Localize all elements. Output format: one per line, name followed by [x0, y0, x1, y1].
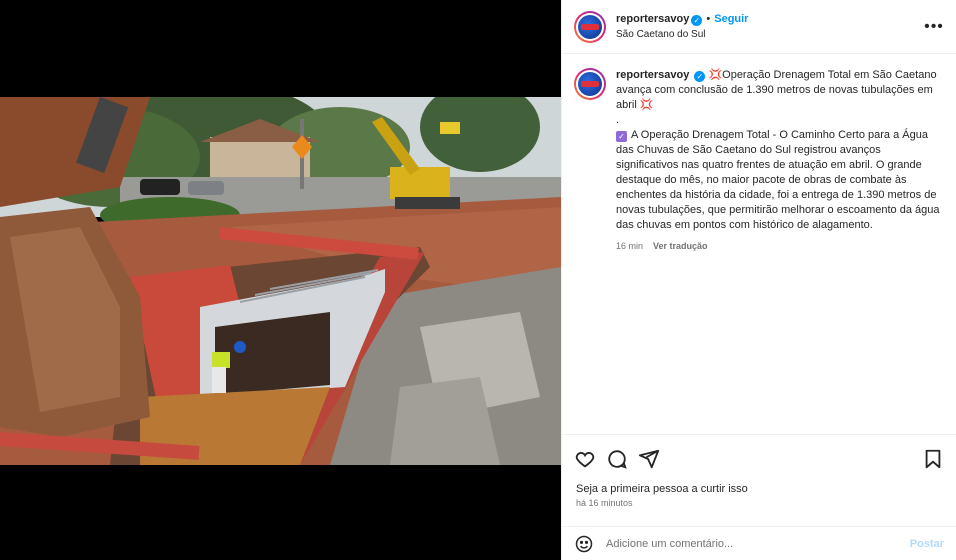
comment-input[interactable]: [606, 537, 910, 550]
bookmark-icon[interactable]: [922, 448, 944, 470]
see-translation-link[interactable]: Ver tradução: [653, 241, 708, 251]
caption-dot-line: .: [616, 114, 620, 126]
caption-text: reportersavoy ✓ 💢Operação Drenagem Total …: [616, 68, 944, 254]
more-options-icon[interactable]: •••: [924, 18, 944, 36]
post-media: [0, 0, 561, 560]
post-comment-button[interactable]: Postar: [910, 538, 944, 550]
header-info: reportersavoy ✓ • Seguir São Caetano do Sul: [616, 12, 924, 42]
location-link[interactable]: São Caetano do Sul: [616, 27, 924, 42]
follow-button[interactable]: Seguir: [714, 13, 748, 25]
caption-meta: 16 min Ver tradução: [616, 239, 944, 254]
caption-username[interactable]: reportersavoy: [616, 69, 689, 81]
action-bar: [562, 434, 956, 482]
caption-section: reportersavoy ✓ 💢Operação Drenagem Total …: [562, 54, 956, 434]
smiley-icon[interactable]: [574, 534, 594, 554]
post-timestamp: há 16 minutos: [576, 498, 633, 508]
caption-time: 16 min: [616, 241, 644, 251]
separator-dot: •: [706, 12, 711, 25]
heart-icon[interactable]: [574, 448, 596, 470]
comment-icon[interactable]: [606, 448, 628, 470]
likes-text[interactable]: Seja a primeira pessoa a curtir isso: [562, 482, 956, 496]
anger-burst-icon: 💢: [639, 99, 654, 111]
checkbox-icon: ✓: [616, 131, 627, 142]
share-icon[interactable]: [638, 448, 660, 470]
author-avatar[interactable]: [574, 10, 606, 43]
verified-badge-icon: ✓: [694, 71, 706, 82]
post-sidebar: reportersavoy ✓ • Seguir São Caetano do Sul…: [561, 0, 956, 560]
post-header: reportersavoy ✓ • Seguir São Caetano do Sul…: [562, 0, 956, 54]
instagram-post-view: reportersavoy ✓ • Seguir São Caetano do Sul…: [0, 0, 956, 560]
anger-burst-icon: 💢: [708, 69, 723, 81]
caption-body: A Operação Drenagem Total - O Caminho Ce…: [616, 129, 940, 231]
post-photo[interactable]: [0, 97, 561, 465]
caption-author-avatar[interactable]: [574, 68, 606, 100]
author-username[interactable]: reportersavoy: [616, 13, 689, 25]
comment-bar: Postar: [562, 526, 956, 560]
verified-badge-icon: ✓: [691, 14, 703, 26]
